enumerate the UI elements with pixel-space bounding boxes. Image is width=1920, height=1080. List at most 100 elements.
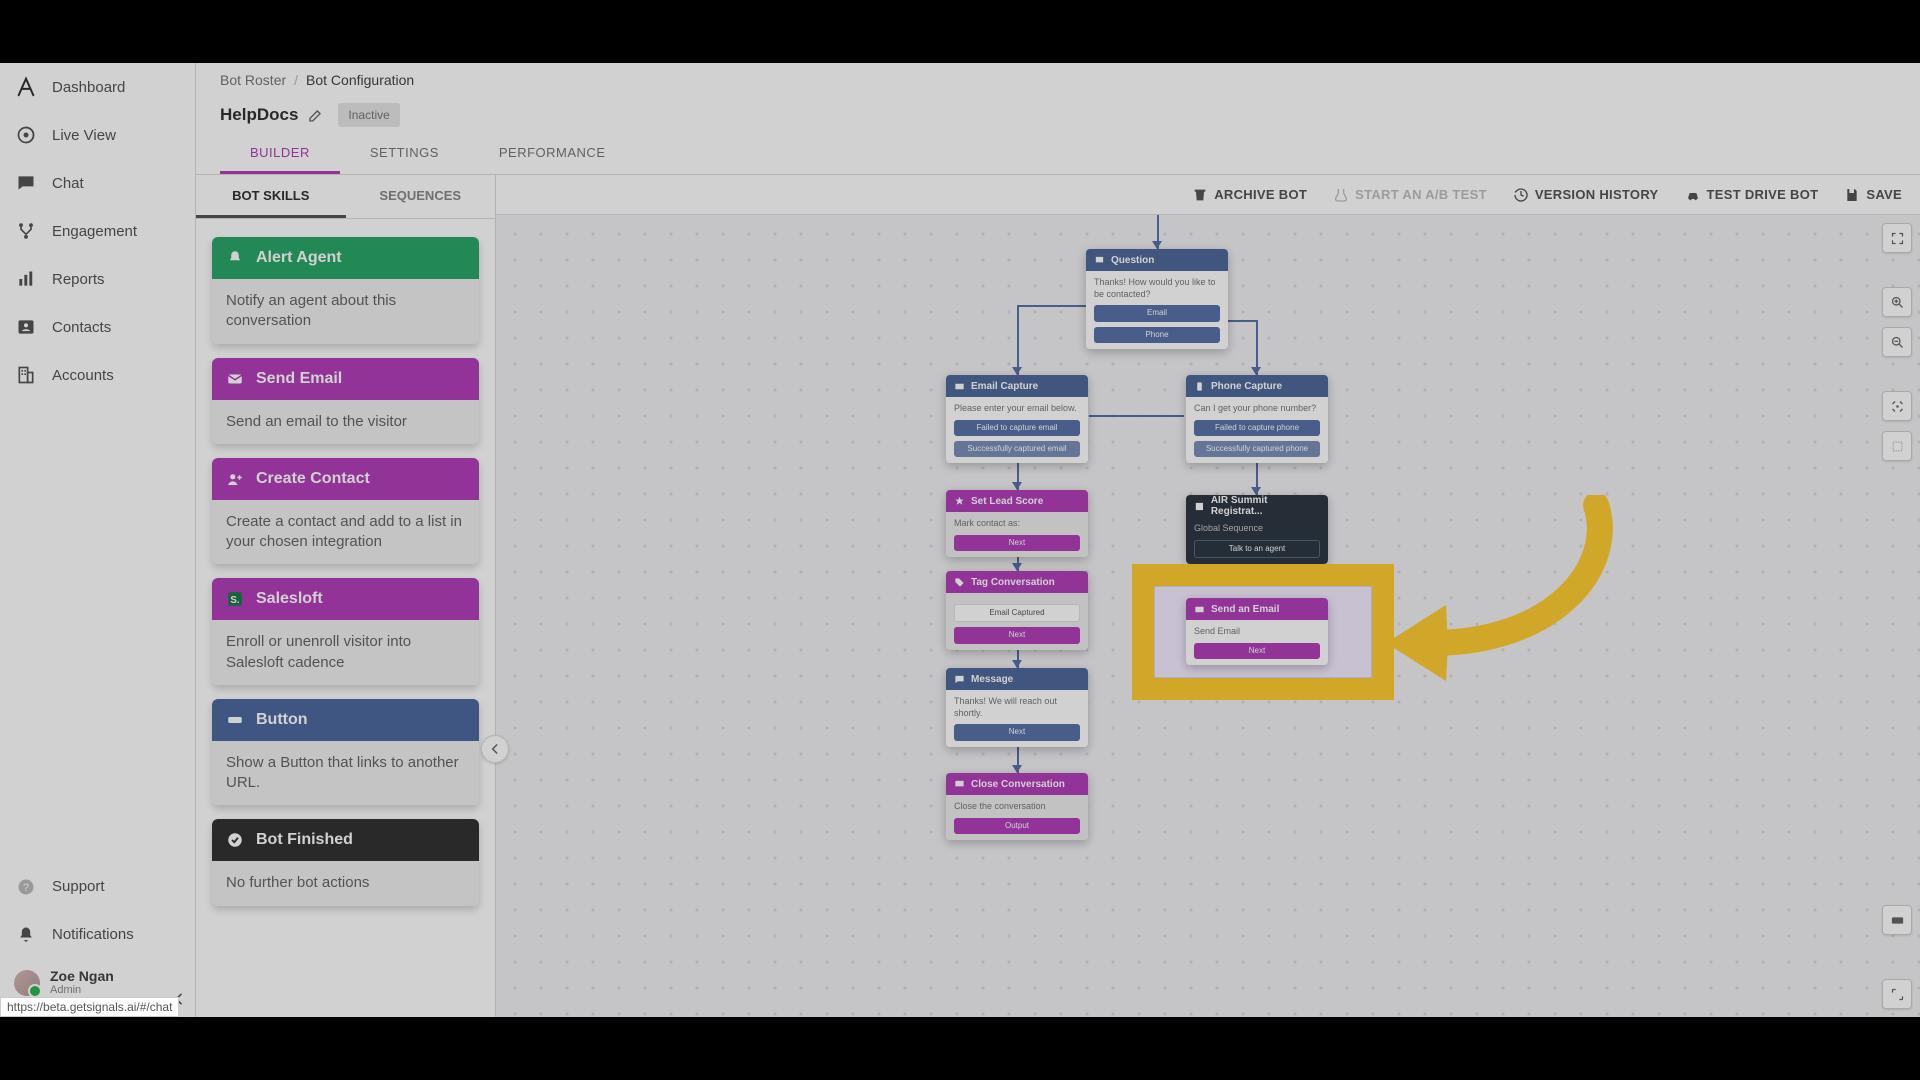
node-option[interactable]: Next bbox=[1194, 643, 1320, 659]
node-title: Question bbox=[1111, 255, 1154, 266]
nav-accounts[interactable]: Accounts bbox=[0, 351, 195, 399]
node-question[interactable]: Question Thanks! How would you like to b… bbox=[1086, 249, 1228, 349]
person-icon bbox=[14, 315, 38, 339]
node-option[interactable]: Phone bbox=[1094, 327, 1220, 343]
action-label: SAVE bbox=[1866, 187, 1902, 202]
node-message[interactable]: Message Thanks! We will reach out shortl… bbox=[946, 668, 1088, 747]
node-send-email[interactable]: Send an Email Send Email Next bbox=[1186, 598, 1328, 665]
node-title: Set Lead Score bbox=[971, 496, 1043, 507]
arrowhead-icon bbox=[1251, 367, 1261, 375]
action-label: ARCHIVE BOT bbox=[1214, 187, 1307, 202]
nav-chat[interactable]: Chat bbox=[0, 159, 195, 207]
skill-button[interactable]: Button Show a Button that links to anoth… bbox=[212, 699, 479, 806]
arrowhead-icon bbox=[1012, 563, 1022, 571]
node-title: Phone Capture bbox=[1211, 381, 1282, 392]
node-tag-conversation[interactable]: Tag Conversation Email Captured Next bbox=[946, 571, 1088, 650]
save-button[interactable]: SAVE bbox=[1844, 187, 1902, 203]
node-lead-score[interactable]: Set Lead Score Mark contact as: Next bbox=[946, 490, 1088, 557]
collapse-skills-button[interactable] bbox=[481, 735, 509, 763]
node-option[interactable]: Failed to capture phone bbox=[1194, 420, 1320, 436]
version-history[interactable]: VERSION HISTORY bbox=[1513, 187, 1659, 203]
tab-settings[interactable]: SETTINGS bbox=[340, 135, 469, 174]
layers-icon[interactable] bbox=[1882, 431, 1912, 461]
node-option[interactable]: Email bbox=[1094, 305, 1220, 321]
nav-label: Reports bbox=[52, 271, 105, 288]
node-option[interactable]: Talk to an agent bbox=[1194, 540, 1320, 558]
fit-icon[interactable] bbox=[1882, 391, 1912, 421]
skill-desc: Create a contact and add to a list in yo… bbox=[212, 500, 479, 565]
bell-icon bbox=[14, 923, 38, 947]
sidebar: Dashboard Live View Chat Engagement Repo… bbox=[0, 63, 196, 1017]
skill-salesloft[interactable]: S. Salesloft Enroll or unenroll visitor … bbox=[212, 578, 479, 685]
edge bbox=[1017, 305, 1087, 307]
nav-support[interactable]: ? Support bbox=[0, 863, 195, 911]
node-title: Close Conversation bbox=[971, 779, 1065, 790]
skill-title: Bot Finished bbox=[256, 831, 353, 849]
node-option[interactable]: Next bbox=[954, 535, 1080, 551]
nav-label: Accounts bbox=[52, 367, 114, 384]
node-option[interactable]: Successfully captured phone bbox=[1194, 441, 1320, 457]
building-icon bbox=[14, 363, 38, 387]
keyboard-icon[interactable] bbox=[1882, 905, 1912, 935]
bot-name: HelpDocs bbox=[220, 105, 298, 125]
node-option[interactable]: Next bbox=[954, 724, 1080, 740]
zoom-in-icon[interactable] bbox=[1882, 287, 1912, 317]
nav-liveview[interactable]: Live View bbox=[0, 111, 195, 159]
node-option[interactable]: Successfully captured email bbox=[954, 441, 1080, 457]
breadcrumb-current: Bot Configuration bbox=[306, 72, 414, 88]
node-text: Send Email bbox=[1194, 626, 1240, 636]
arrowhead-icon bbox=[1251, 487, 1261, 495]
test-drive-bot[interactable]: TEST DRIVE BOT bbox=[1685, 187, 1819, 203]
skilltab-botskills[interactable]: BOT SKILLS bbox=[196, 175, 346, 218]
skill-desc: Show a Button that links to another URL. bbox=[212, 741, 479, 806]
skills-tabs: BOT SKILLS SEQUENCES bbox=[196, 175, 495, 219]
skill-title: Salesloft bbox=[256, 590, 323, 608]
node-text: Global Sequence bbox=[1194, 523, 1263, 533]
arrowhead-icon bbox=[1012, 482, 1022, 490]
node-close-conversation[interactable]: Close Conversation Close the conversatio… bbox=[946, 773, 1088, 840]
node-email-capture[interactable]: Email Capture Please enter your email be… bbox=[946, 375, 1088, 463]
nav-engagement[interactable]: Engagement bbox=[0, 207, 195, 255]
start-ab-test: START AN A/B TEST bbox=[1333, 187, 1487, 203]
skill-bot-finished[interactable]: Bot Finished No further bot actions bbox=[212, 819, 479, 905]
tab-performance[interactable]: PERFORMANCE bbox=[469, 135, 636, 174]
nav-contacts[interactable]: Contacts bbox=[0, 303, 195, 351]
main-tabs: BUILDER SETTINGS PERFORMANCE bbox=[196, 133, 1920, 175]
skill-send-email[interactable]: Send Email Send an email to the visitor bbox=[212, 358, 479, 444]
node-phone-capture[interactable]: Phone Capture Can I get your phone numbe… bbox=[1186, 375, 1328, 463]
node-option[interactable]: Failed to capture email bbox=[954, 420, 1080, 436]
node-option[interactable]: Next bbox=[954, 627, 1080, 643]
skill-title: Create Contact bbox=[256, 470, 370, 488]
nav-reports[interactable]: Reports bbox=[0, 255, 195, 303]
skills-list[interactable]: Alert Agent Notify an agent about this c… bbox=[196, 219, 495, 1017]
eye-icon bbox=[14, 123, 38, 147]
node-air-summit[interactable]: AIR Summit Registrat... Global Sequence … bbox=[1186, 495, 1328, 564]
skilltab-sequences[interactable]: SEQUENCES bbox=[346, 175, 496, 218]
nav-dashboard[interactable]: Dashboard bbox=[0, 63, 195, 111]
tab-builder[interactable]: BUILDER bbox=[220, 135, 340, 174]
breadcrumb: Bot Roster / Bot Configuration bbox=[196, 63, 1920, 97]
svg-text:S.: S. bbox=[230, 595, 240, 606]
skill-alert-agent[interactable]: Alert Agent Notify an agent about this c… bbox=[212, 237, 479, 344]
nav-label: Support bbox=[52, 878, 105, 895]
node-title: Message bbox=[971, 674, 1013, 685]
node-option[interactable]: Output bbox=[954, 818, 1080, 834]
bar-icon bbox=[14, 267, 38, 291]
avatar bbox=[14, 970, 40, 996]
nav-notifications[interactable]: Notifications bbox=[0, 911, 195, 959]
arrowhead-icon bbox=[1152, 241, 1162, 249]
node-text: Please enter your email below. bbox=[954, 403, 1077, 413]
edit-icon[interactable] bbox=[308, 107, 324, 123]
node-text: Can I get your phone number? bbox=[1194, 403, 1316, 413]
nav-label: Chat bbox=[52, 175, 84, 192]
zoom-out-icon[interactable] bbox=[1882, 327, 1912, 357]
fullscreen-icon[interactable] bbox=[1882, 223, 1912, 253]
breadcrumb-root[interactable]: Bot Roster bbox=[220, 72, 286, 88]
archive-bot[interactable]: ARCHIVE BOT bbox=[1192, 187, 1307, 203]
skill-create-contact[interactable]: Create Contact Create a contact and add … bbox=[212, 458, 479, 565]
arrowhead-icon bbox=[1012, 765, 1022, 773]
expand-icon[interactable] bbox=[1882, 979, 1912, 1009]
action-label: VERSION HISTORY bbox=[1535, 187, 1659, 202]
canvas-tools-top bbox=[1882, 223, 1912, 461]
canvas[interactable]: Question Thanks! How would you like to b… bbox=[496, 215, 1920, 1017]
